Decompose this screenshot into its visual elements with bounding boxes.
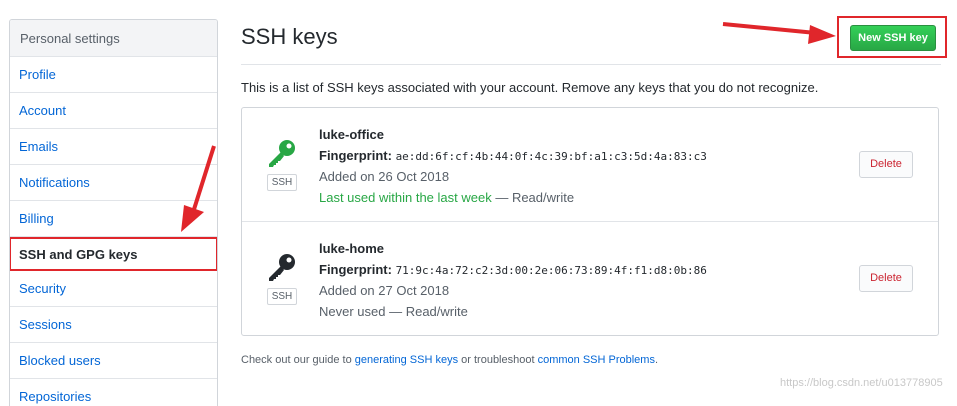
sidebar-item-emails[interactable]: Emails: [10, 129, 217, 165]
key-icon: [269, 140, 295, 167]
footer-note: Check out our guide to generating SSH ke…: [241, 354, 658, 366]
key-added-date: Added on 27 Oct 2018: [319, 283, 450, 298]
sidebar-item-blocked-users[interactable]: Blocked users: [10, 343, 217, 379]
key-icon: [269, 254, 295, 281]
key-name: luke-home: [319, 241, 385, 256]
ssh-keys-list: SSH luke-office Fingerprint: ae:dd:6f:cf…: [241, 107, 939, 336]
key-added-date: Added on 26 Oct 2018: [319, 169, 450, 184]
ssh-tag: SSH: [267, 288, 297, 305]
sidebar-item-account[interactable]: Account: [10, 93, 217, 129]
sidebar-item-billing[interactable]: Billing: [10, 201, 217, 237]
key-usage: Never used — Read/write: [319, 304, 468, 319]
sidebar-item-sessions[interactable]: Sessions: [10, 307, 217, 343]
access-text: — Read/write: [385, 304, 468, 319]
key-fingerprint: Fingerprint: 71:9c:4a:72:c2:3d:00:2e:06:…: [319, 262, 707, 277]
fingerprint-label: Fingerprint:: [319, 148, 392, 163]
access-text: — Read/write: [491, 190, 575, 205]
last-used-text: Last used within the last week: [319, 190, 492, 205]
delete-key-button[interactable]: Delete: [859, 151, 913, 178]
page-title: SSH keys: [241, 24, 338, 49]
key-name: luke-office: [319, 127, 385, 142]
sidebar-item-notifications[interactable]: Notifications: [10, 165, 217, 201]
fingerprint-value: 71:9c:4a:72:c2:3d:00:2e:06:73:89:4f:f1:d…: [395, 264, 707, 277]
title-divider: [241, 64, 941, 65]
arrow-to-new-key-button: [722, 22, 836, 44]
ssh-key-row: SSH luke-office Fingerprint: ae:dd:6f:cf…: [242, 108, 938, 222]
new-ssh-key-button[interactable]: New SSH key: [850, 25, 936, 51]
key-usage: Last used within the last week — Read/wr…: [319, 190, 574, 205]
sidebar-item-repositories[interactable]: Repositories: [10, 379, 217, 406]
sidebar-item-profile[interactable]: Profile: [10, 57, 217, 93]
footer-middle: or troubleshoot: [458, 354, 538, 366]
sidebar-item-ssh-gpg-keys[interactable]: SSH and GPG keys: [10, 237, 217, 271]
sidebar-item-security[interactable]: Security: [10, 271, 217, 307]
key-fingerprint: Fingerprint: ae:dd:6f:cf:4b:44:0f:4c:39:…: [319, 148, 707, 163]
last-used-text: Never used: [319, 304, 386, 319]
intro-text: This is a list of SSH keys associated wi…: [241, 80, 819, 95]
footer-suffix: .: [654, 354, 659, 366]
fingerprint-value: ae:dd:6f:cf:4b:44:0f:4c:39:bf:a1:c3:5d:4…: [395, 150, 707, 163]
watermark: https://blog.csdn.net/u013778905: [780, 377, 943, 389]
footer-prefix: Check out our guide to: [241, 354, 355, 366]
delete-key-button[interactable]: Delete: [859, 265, 913, 292]
generating-ssh-keys-link[interactable]: generating SSH keys: [355, 354, 458, 366]
fingerprint-label: Fingerprint:: [319, 262, 392, 277]
new-ssh-key-highlight: New SSH key: [837, 16, 947, 58]
ssh-tag: SSH: [267, 174, 297, 191]
settings-sidebar: Personal settings Profile Account Emails…: [9, 19, 218, 406]
ssh-key-row: SSH luke-home Fingerprint: 71:9c:4a:72:c…: [242, 222, 938, 336]
common-ssh-problems-link[interactable]: common SSH Problems: [538, 354, 655, 366]
sidebar-header: Personal settings: [10, 20, 217, 57]
